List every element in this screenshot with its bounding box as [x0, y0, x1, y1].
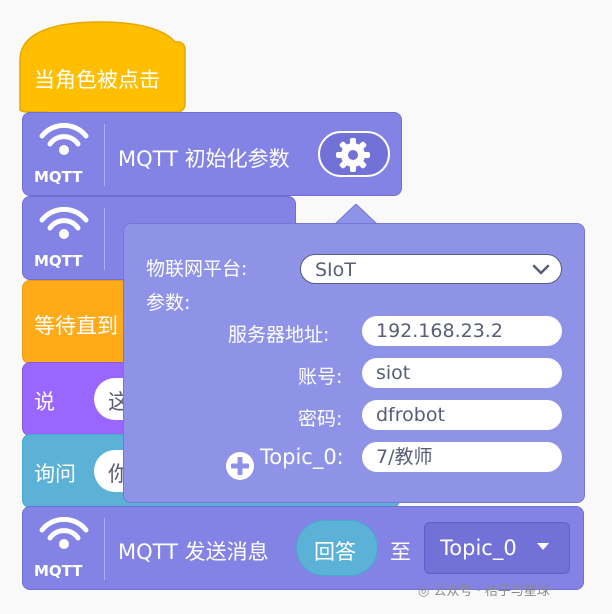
watermark-text: 公众号 · 桔子与星球	[433, 584, 550, 599]
topic-label: Topic_0:	[260, 445, 344, 469]
platform-select[interactable]: SIoT	[300, 254, 562, 284]
send-label: MQTT 发送消息	[118, 540, 269, 564]
mqtt-icon-label: MQTT	[34, 562, 83, 580]
answer-label: 回答	[314, 540, 356, 564]
wechat-icon: ◎	[418, 584, 430, 599]
mqtt-icon-label: MQTT	[34, 168, 83, 186]
separator	[104, 208, 105, 270]
separator	[104, 124, 105, 186]
caret-down-icon	[537, 543, 549, 550]
wait-label: 等待直到	[34, 314, 118, 338]
params-label: 参数:	[146, 292, 191, 314]
account-label: 账号:	[298, 366, 343, 388]
settings-popup: 物联网平台: SIoT 参数: 服务器地址: 192.168.23.2 账号: …	[123, 223, 585, 503]
hat-label: 当角色被点击	[34, 68, 160, 92]
server-label: 服务器地址:	[228, 324, 330, 346]
chevron-down-icon	[532, 264, 550, 275]
platform-value: SIoT	[315, 259, 356, 281]
password-value: dfrobot	[376, 404, 445, 426]
account-value: siot	[376, 362, 411, 384]
separator	[104, 518, 105, 580]
ask-label: 询问	[34, 462, 76, 486]
to-label: 至	[390, 540, 411, 564]
gear-icon	[336, 138, 370, 172]
watermark: ◎ 公众号 · 桔子与星球	[418, 580, 550, 599]
topic-value: 7/教师	[376, 446, 433, 468]
server-field[interactable]: 192.168.23.2	[362, 316, 562, 346]
password-label: 密码:	[298, 408, 343, 430]
add-topic-icon[interactable]	[224, 450, 256, 482]
topic-field[interactable]: 7/教师	[362, 442, 562, 472]
init-label: MQTT 初始化参数	[118, 147, 290, 171]
topic-dropdown-label: Topic_0	[440, 536, 517, 560]
account-field[interactable]: siot	[362, 358, 562, 388]
password-field[interactable]: dfrobot	[362, 400, 562, 430]
mqtt-icon-label: MQTT	[34, 252, 83, 270]
server-value: 192.168.23.2	[376, 320, 503, 342]
platform-label: 物联网平台:	[146, 258, 248, 280]
say-label: 说	[34, 390, 55, 414]
